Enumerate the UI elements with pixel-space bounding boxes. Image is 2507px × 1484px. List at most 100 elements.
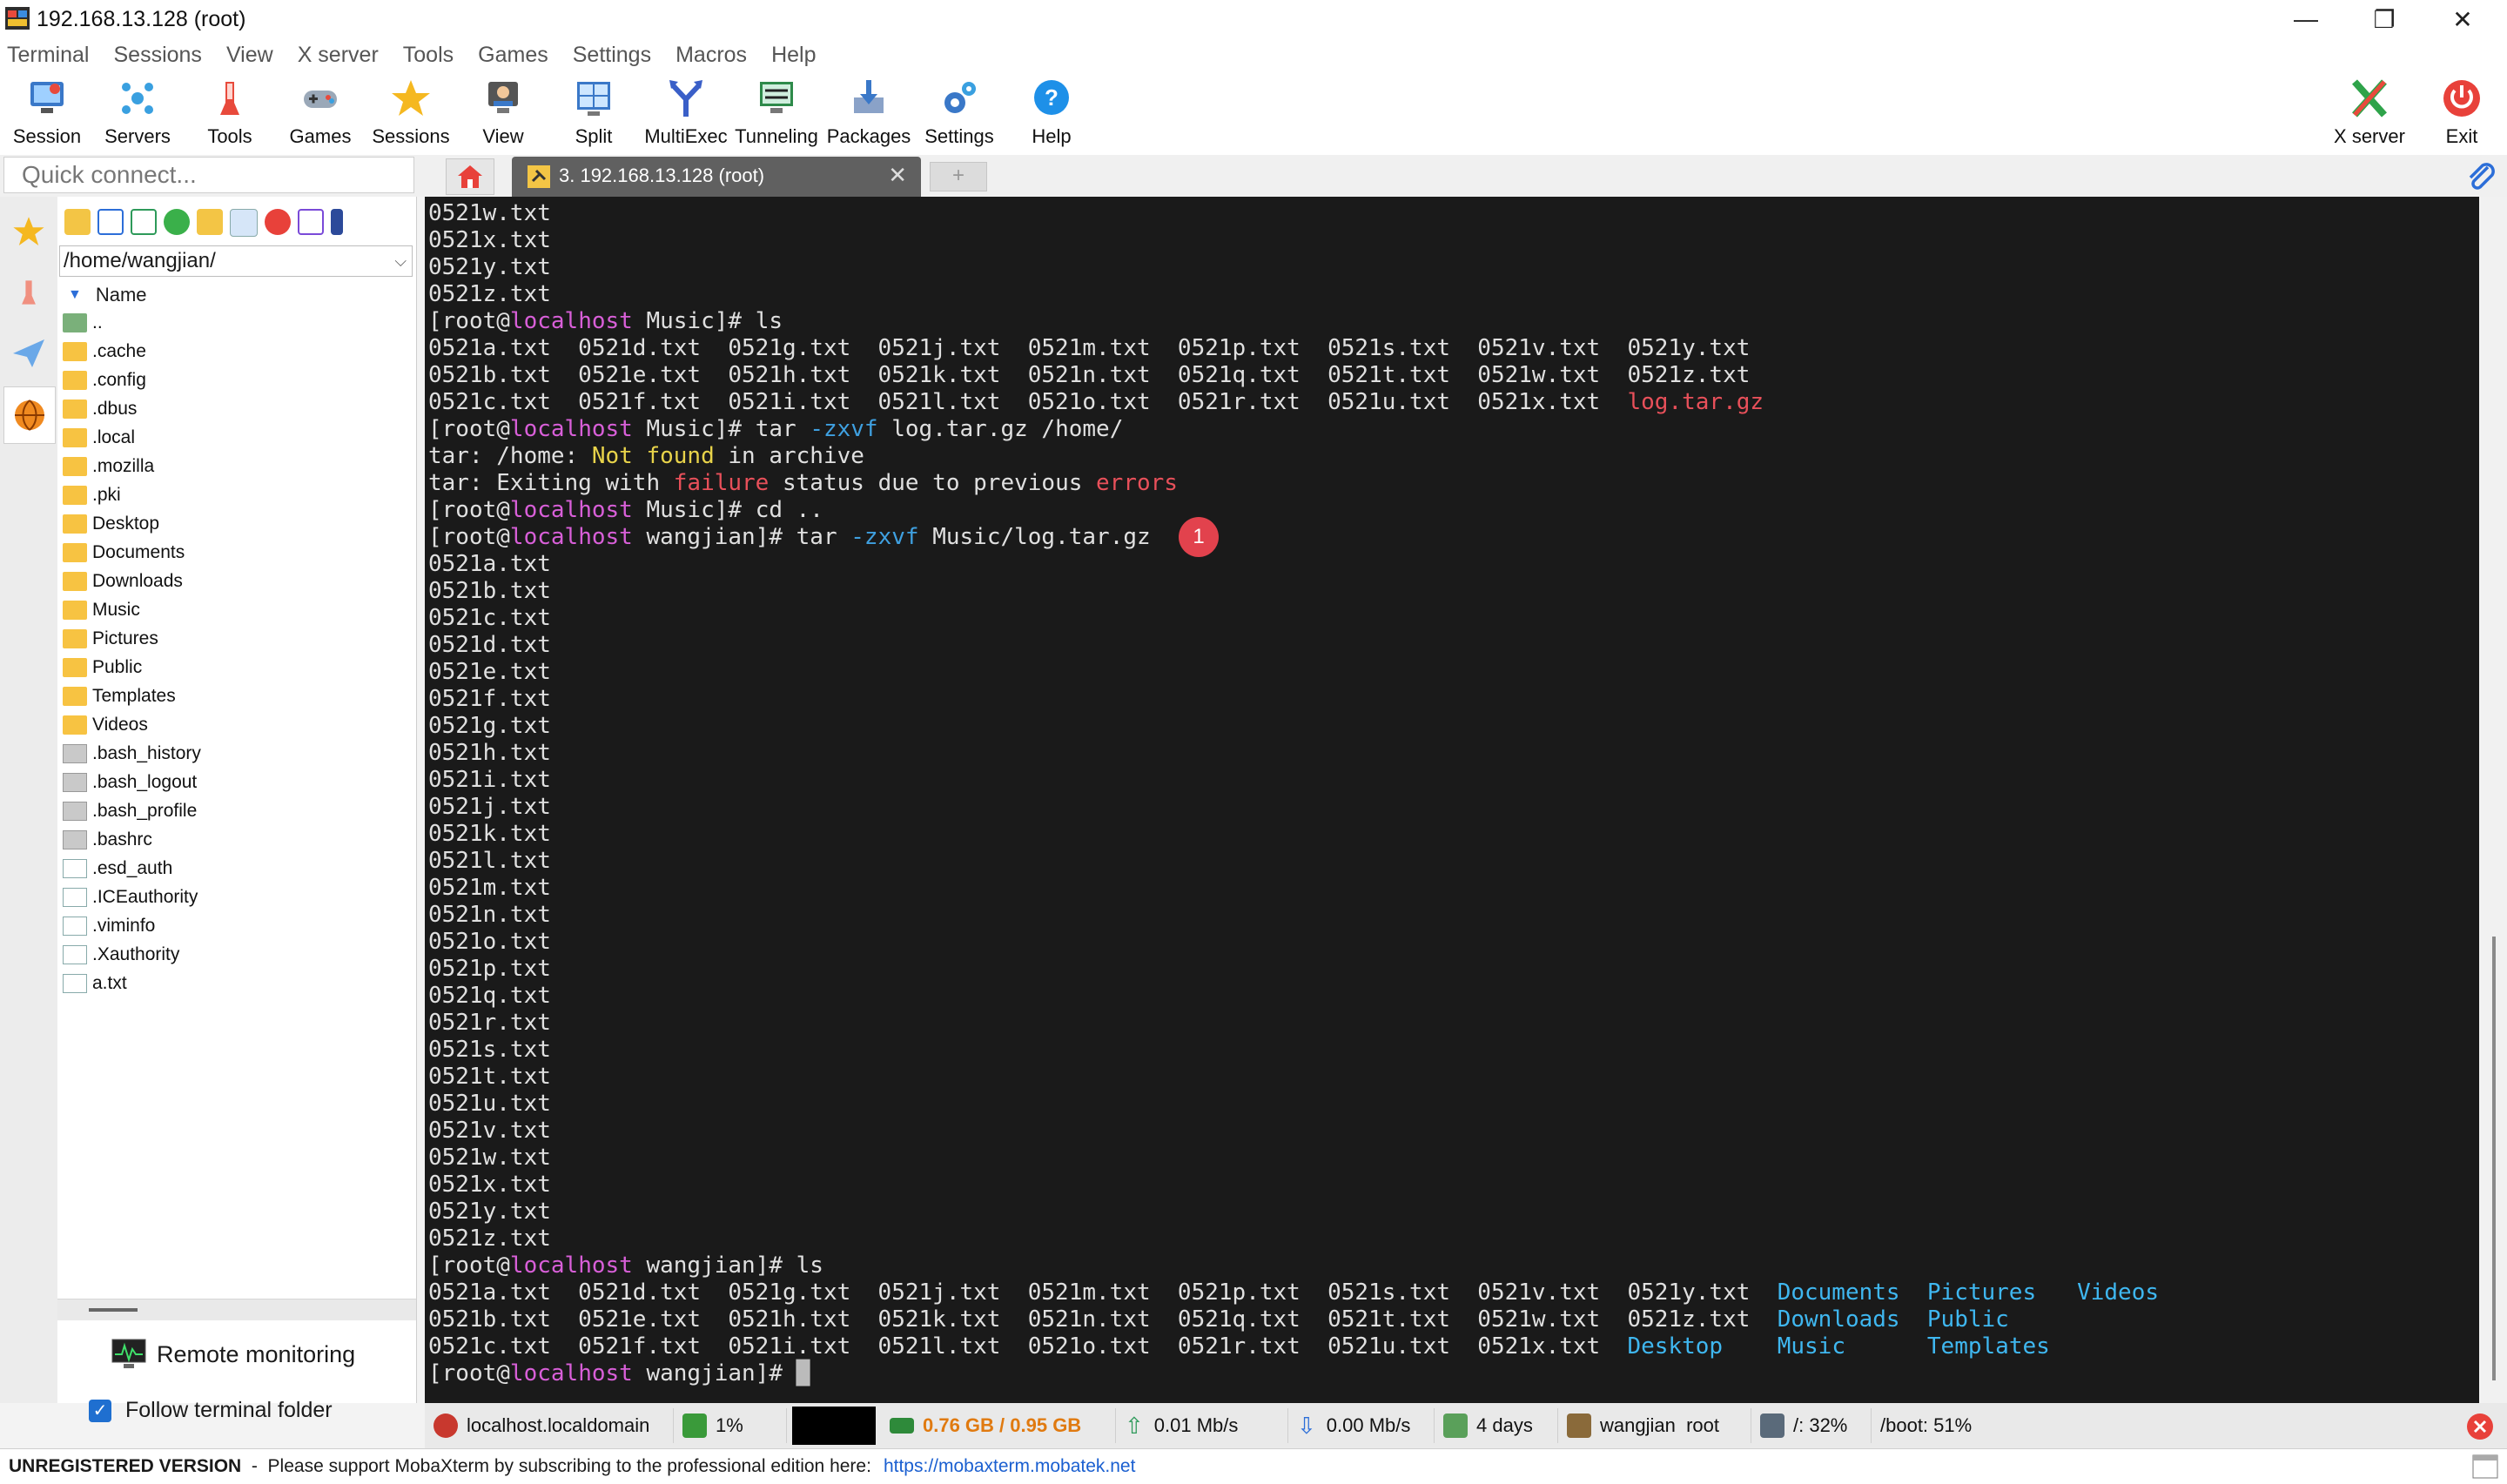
file-row[interactable]: .dbus (57, 394, 416, 423)
menu-games[interactable]: Games (478, 43, 548, 68)
file-row[interactable]: .pki (57, 480, 416, 509)
servers-label: Servers (104, 125, 171, 147)
file-row[interactable]: Downloads (57, 567, 416, 595)
sidebar-sftp-tab[interactable] (3, 386, 56, 444)
terminal-segment: 0521t.txt (428, 1064, 551, 1090)
settings-button[interactable]: Settings (914, 71, 1005, 155)
window-icon[interactable] (2472, 1454, 2498, 1479)
terminal-scrollbar-thumb[interactable] (2492, 937, 2496, 1380)
minimize-button[interactable]: — (2267, 0, 2345, 38)
exit-button[interactable]: Exit (2416, 71, 2507, 155)
view-button[interactable]: View (458, 71, 548, 155)
sidebar-tools-tab[interactable] (3, 265, 54, 320)
x-server-button[interactable]: X server (2324, 71, 2415, 155)
close-window-button[interactable]: ✕ (2423, 0, 2502, 38)
file-row[interactable]: Desktop (57, 509, 416, 538)
delete-icon[interactable] (265, 209, 291, 235)
tunneling-button[interactable]: Tunneling (731, 71, 822, 155)
permissions-icon[interactable] (331, 209, 343, 235)
sftp-path-field[interactable]: /home/wangjian/ ⌵ (59, 245, 413, 277)
disk-icon (1760, 1413, 1784, 1438)
file-row[interactable]: Public (57, 653, 416, 682)
file-name: a.txt (92, 972, 127, 993)
terminal-line: 0521b.txt 0521e.txt 0521h.txt 0521k.txt … (428, 1306, 2159, 1333)
tools-button[interactable]: Tools (185, 71, 275, 155)
new-folder-icon[interactable] (197, 209, 223, 235)
sftp-horizontal-scrollbar[interactable] (57, 1299, 416, 1320)
close-status-icon[interactable] (2465, 1412, 2495, 1441)
terminal-segment: tar: /home: (428, 443, 592, 469)
file-row[interactable]: a.txt (57, 969, 416, 997)
file-name: .bash_profile (92, 800, 198, 821)
upload-icon[interactable] (131, 209, 157, 235)
multiexec-button[interactable]: MultiExec (641, 71, 731, 155)
file-row[interactable]: Documents (57, 538, 416, 567)
rename-icon[interactable] (298, 209, 324, 235)
servers-button[interactable]: Servers (92, 71, 183, 155)
file-row[interactable]: .local (57, 423, 416, 452)
menu-view[interactable]: View (226, 43, 273, 68)
terminal-view[interactable]: 0521w.txt 0521x.txt 0521y.txt 0521z.txt [roo… (425, 197, 2479, 1403)
menu-sessions[interactable]: Sessions (113, 43, 201, 68)
home-tab[interactable] (446, 158, 494, 195)
session-label: Session (12, 125, 82, 147)
menu-terminal[interactable]: Terminal (7, 43, 89, 68)
menu-tools[interactable]: Tools (403, 43, 454, 68)
help-button[interactable]: ? Help (1006, 71, 1097, 155)
refresh-icon[interactable] (164, 209, 190, 235)
cpu-icon (682, 1413, 707, 1438)
file-row[interactable]: Pictures (57, 624, 416, 653)
close-tab-icon[interactable]: ✕ (888, 162, 907, 189)
terminal-scrollbar[interactable] (2481, 197, 2507, 1403)
sessions-button[interactable]: Sessions (366, 71, 456, 155)
terminal-segment: 0521m.txt (428, 875, 551, 901)
sidebar-sessions-tab[interactable] (3, 204, 54, 259)
terminal-segment: 0521g.txt (428, 713, 551, 739)
parent-folder-icon[interactable] (64, 209, 91, 235)
sidebar-macros-tab[interactable] (3, 326, 54, 381)
packages-button[interactable]: Packages (823, 71, 914, 155)
follow-terminal-folder-checkbox[interactable]: ✓ Follow terminal folder (89, 1398, 333, 1423)
file-row[interactable]: .bash_history (57, 739, 416, 768)
menu-help[interactable]: Help (771, 43, 816, 68)
menu-settings[interactable]: Settings (573, 43, 651, 68)
file-row[interactable]: .config (57, 366, 416, 394)
terminal-segment: wangjian]# (632, 1360, 796, 1387)
file-name: .pki (92, 484, 121, 505)
chevron-down-icon[interactable]: ⌵ (394, 246, 407, 276)
file-row[interactable]: Templates (57, 682, 416, 710)
file-row[interactable]: .cache (57, 337, 416, 366)
scrollbar-thumb[interactable] (89, 1308, 138, 1312)
quick-connect-input[interactable]: Quick connect... (3, 157, 414, 193)
games-button[interactable]: Games (275, 71, 366, 155)
new-file-icon[interactable] (230, 209, 258, 237)
file-row[interactable]: Videos (57, 710, 416, 739)
terminal-line: 0521t.txt (428, 1064, 2159, 1091)
file-row[interactable]: .. (57, 308, 416, 337)
file-row[interactable]: .viminfo (57, 911, 416, 940)
status-uptime: 4 days (1435, 1408, 1558, 1443)
maximize-button[interactable]: ❐ (2345, 0, 2423, 38)
split-button[interactable]: Split (548, 71, 639, 155)
file-row[interactable]: .Xauthority (57, 940, 416, 969)
remote-monitoring-button[interactable]: Remote monitoring (111, 1339, 355, 1370)
file-row[interactable]: .bash_profile (57, 796, 416, 825)
name-column-header[interactable]: ▼ Name (57, 282, 147, 308)
file-row[interactable]: .bashrc (57, 825, 416, 854)
file-row[interactable]: .esd_auth (57, 854, 416, 883)
sftp-path-value: /home/wangjian/ (64, 249, 216, 272)
file-row[interactable]: .ICEauthority (57, 883, 416, 911)
menu-macros[interactable]: Macros (675, 43, 747, 68)
paperclip-icon[interactable] (2463, 160, 2498, 195)
tab-session-3[interactable]: 3. 192.168.13.128 (root) ✕ (512, 157, 921, 197)
mobatek-link[interactable]: https://mobaxterm.mobatek.net (884, 1456, 1135, 1477)
session-button[interactable]: Session (2, 71, 92, 155)
menu-x-server[interactable]: X server (298, 43, 379, 68)
file-icon (63, 801, 87, 821)
new-tab-button[interactable]: + (930, 162, 987, 191)
file-row[interactable]: Music (57, 595, 416, 624)
tools-label: Tools (207, 125, 252, 147)
file-row[interactable]: .mozilla (57, 452, 416, 480)
file-row[interactable]: .bash_logout (57, 768, 416, 796)
download-icon[interactable] (97, 209, 124, 235)
